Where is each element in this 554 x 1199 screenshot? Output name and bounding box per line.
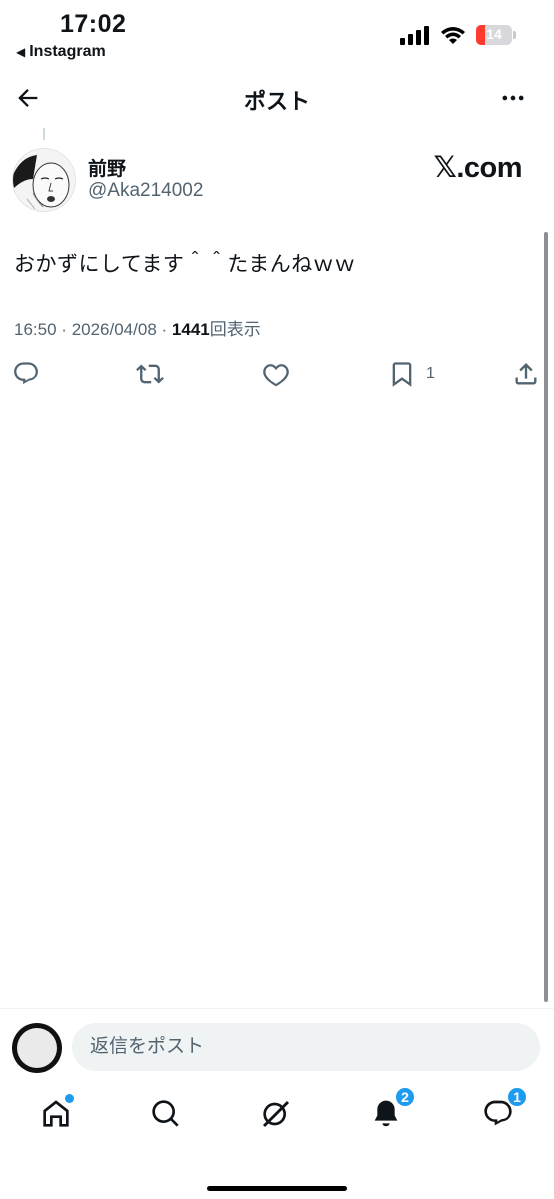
- author-handle[interactable]: @Aka214002: [88, 180, 203, 202]
- reply-bar: [0, 1008, 554, 1084]
- avatar-illustration: [13, 149, 75, 211]
- tab-notifications[interactable]: 2: [366, 1086, 416, 1134]
- nav-header: ポスト: [0, 76, 554, 120]
- messages-badge: 1: [506, 1086, 528, 1108]
- share-button[interactable]: [512, 358, 540, 390]
- bookmark-count: 1: [426, 365, 435, 382]
- tab-messages[interactable]: 1: [478, 1086, 528, 1134]
- current-user-avatar[interactable]: [12, 1023, 62, 1073]
- thread-connector-line: [43, 128, 45, 140]
- post-time[interactable]: 16:50: [14, 320, 57, 339]
- post-metadata: 16:50 · 2026/04/08 · 1441回表示: [14, 315, 261, 340]
- author-avatar[interactable]: [12, 148, 76, 212]
- tab-grok[interactable]: [256, 1094, 296, 1134]
- status-indicators: 14: [400, 25, 516, 45]
- meta-separator: ·: [61, 320, 67, 339]
- repost-button[interactable]: [136, 358, 164, 390]
- more-horizontal-icon: [502, 95, 524, 101]
- x-logo-icon: 𝕏: [433, 150, 457, 184]
- battery-indicator: 14: [476, 25, 516, 45]
- avatar-image: [17, 1028, 57, 1068]
- repost-icon: [136, 364, 164, 384]
- reply-icon: [14, 362, 38, 384]
- bookmark-button[interactable]: 1: [388, 358, 435, 390]
- page-title: ポスト: [243, 89, 310, 114]
- like-icon: [263, 364, 289, 387]
- post-date[interactable]: 2026/04/08: [72, 320, 157, 339]
- share-icon: [515, 363, 537, 385]
- search-icon: [152, 1100, 179, 1127]
- battery-icon: 14: [476, 25, 512, 45]
- reply-button[interactable]: [12, 358, 40, 390]
- grok-icon: [262, 1100, 290, 1128]
- view-count: 1441: [171, 320, 210, 339]
- tab-search[interactable]: [146, 1094, 186, 1134]
- status-bar: 17:02 ◀ Instagram 14: [0, 0, 554, 70]
- tab-home[interactable]: [36, 1094, 76, 1134]
- more-options-button[interactable]: [496, 82, 530, 114]
- back-to-app-link[interactable]: ◀ Instagram: [16, 43, 106, 61]
- x-com-logo: 𝕏.com: [433, 150, 522, 185]
- home-unread-dot: [65, 1094, 74, 1103]
- home-indicator[interactable]: [207, 1186, 347, 1191]
- post-text: おかずにしてます＾＾たまんねｗｗ: [14, 253, 356, 276]
- wifi-icon: [441, 27, 465, 44]
- scrollbar[interactable]: [544, 232, 548, 1002]
- cellular-signal-icon: [400, 26, 429, 45]
- notifications-badge: 2: [394, 1086, 416, 1108]
- x-com-suffix: .com: [456, 152, 522, 184]
- bottom-tab-bar: 2 1: [0, 1086, 554, 1146]
- meta-separator: ·: [161, 320, 168, 339]
- like-button[interactable]: [262, 358, 290, 390]
- status-time: 17:02: [60, 10, 127, 38]
- back-app-label: Instagram: [29, 43, 106, 60]
- author-name[interactable]: 前野: [88, 154, 126, 181]
- battery-level: 14: [486, 26, 502, 42]
- view-count-label: 回表示: [209, 320, 261, 339]
- reply-input[interactable]: [72, 1023, 540, 1071]
- bookmark-icon: [392, 362, 412, 387]
- post-actions: 1: [0, 358, 554, 392]
- back-triangle-icon: ◀: [16, 45, 26, 59]
